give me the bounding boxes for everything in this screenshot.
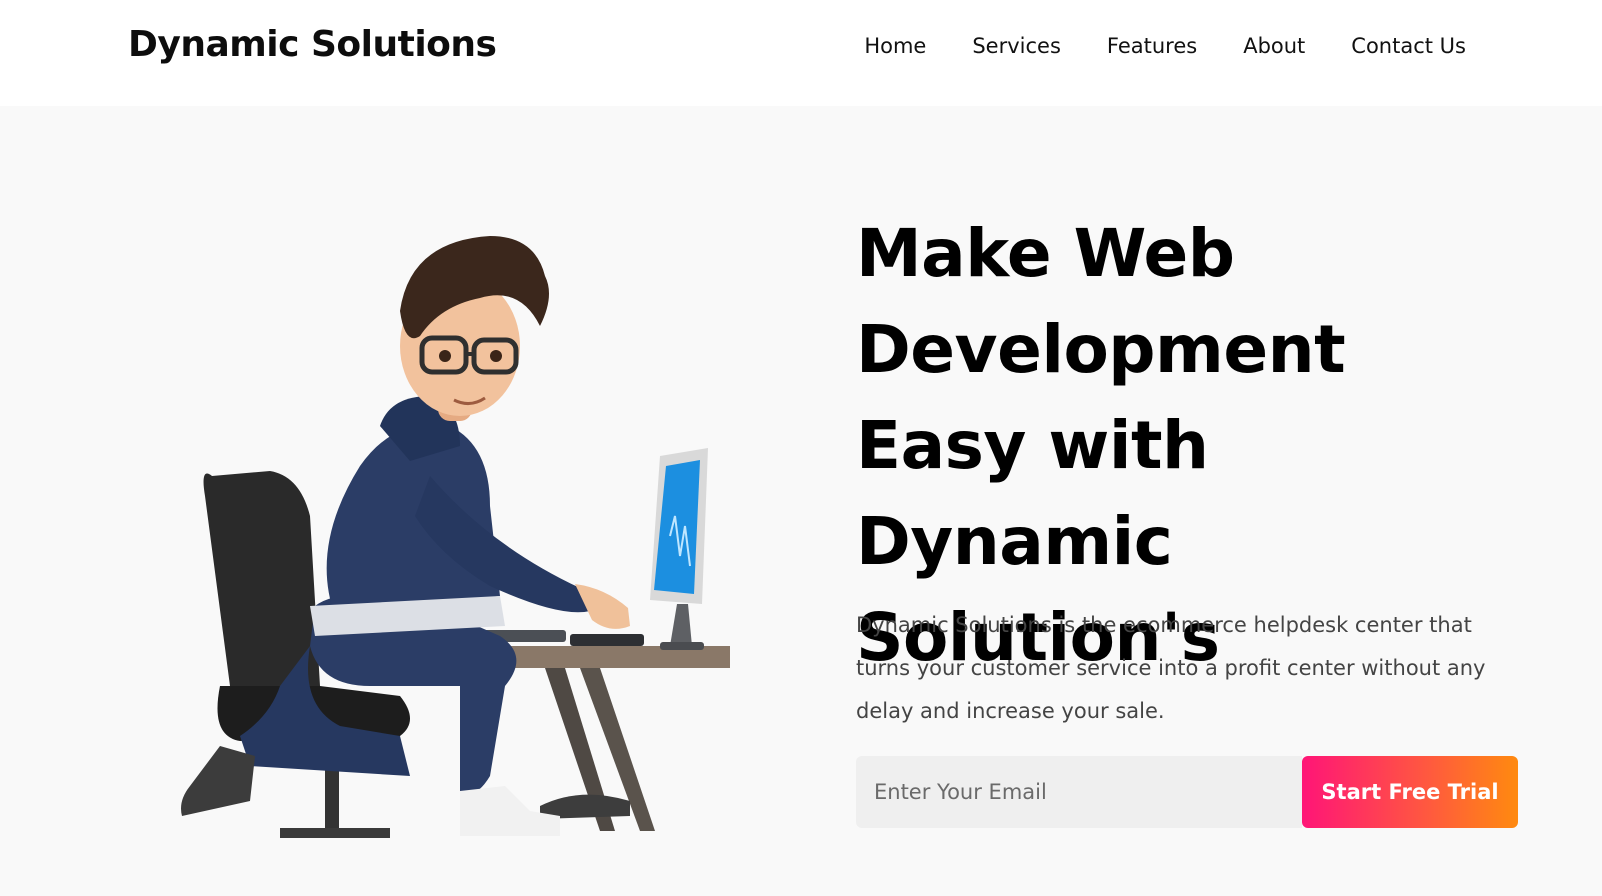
hero-description: Dynamic Solutions is the ecommerce helpd…: [856, 613, 1486, 723]
monitor: [650, 448, 708, 650]
site-header: Dynamic Solutions Home Services Features…: [0, 0, 1602, 106]
main-nav: Home Services Features About Contact Us: [864, 34, 1466, 58]
keyboard: [570, 634, 644, 646]
head: [400, 236, 549, 421]
email-input[interactable]: [856, 756, 1302, 828]
signup-form: Start Free Trial: [856, 756, 1518, 828]
hero-section: Make Web Development Easy with Dynamic S…: [0, 106, 1602, 896]
brand-logo[interactable]: Dynamic Solutions: [128, 24, 497, 65]
nav-contact-us[interactable]: Contact Us: [1351, 34, 1466, 58]
developer-at-computer-illustration: [181, 236, 730, 838]
nav-services[interactable]: Services: [972, 34, 1061, 58]
torso: [310, 396, 630, 636]
nav-about[interactable]: About: [1243, 34, 1305, 58]
nav-home[interactable]: Home: [864, 34, 926, 58]
start-free-trial-button[interactable]: Start Free Trial: [1302, 756, 1518, 828]
nav-features[interactable]: Features: [1107, 34, 1197, 58]
